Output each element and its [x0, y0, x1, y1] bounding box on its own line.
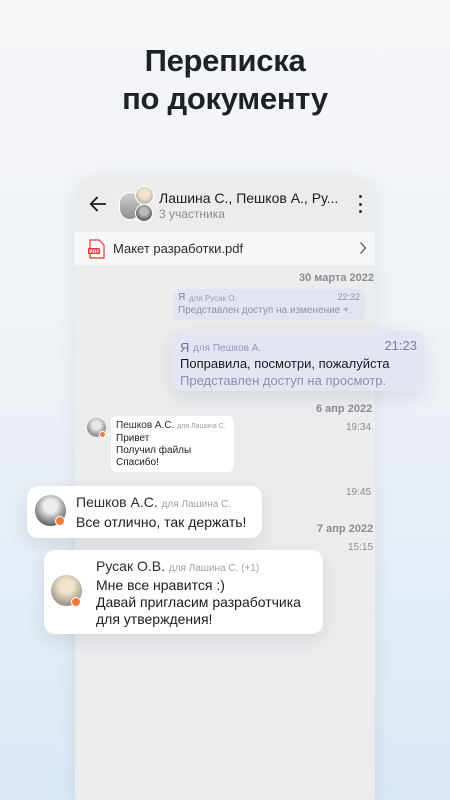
message-author-line: Пешков А.С. для Лашина С. [76, 494, 231, 510]
document-name: Макет разработки.pdf [113, 241, 244, 256]
status-dot [99, 431, 106, 438]
arrow-left-icon[interactable] [87, 193, 109, 215]
headline-line-2: по документу [122, 81, 328, 116]
message-time: 15:15 [348, 542, 374, 553]
more-vertical-icon[interactable] [355, 195, 365, 213]
message-author: Пешков А.С. [116, 420, 175, 431]
message-author: Я [180, 340, 190, 355]
message-time: 21:23 [384, 338, 417, 353]
message-recipient: для Русак О. [189, 294, 237, 303]
headline: Переписка по документу [0, 42, 450, 118]
headline-line-1: Переписка [144, 43, 306, 78]
message-bubble-incoming[interactable]: Пешков А.С. для Лашина С. Привет Получил… [111, 416, 234, 472]
message-recipient: для Пешков А. [193, 343, 262, 354]
message-text: Представлен доступ на изменение +. [178, 305, 352, 316]
message-text: Поправила, посмотри, пожалуйста [180, 356, 390, 371]
message-card-incoming[interactable]: Русак О.В. для Лашина С. (+1) Мне все нр… [44, 550, 323, 634]
document-link[interactable]: PDF Макет разработки.pdf [75, 232, 375, 265]
message-time: 22:32 [337, 292, 360, 302]
participants-avatars[interactable] [119, 186, 155, 222]
message-recipient: для Лашина С. (+1) [168, 563, 260, 574]
message-recipient: для Лашина С. [161, 499, 232, 510]
avatar [135, 204, 153, 222]
message-access-note: Представлен доступ на просмотр. [180, 373, 387, 388]
message-card-incoming[interactable]: Пешков А.С. для Лашина С. Все отлично, т… [27, 486, 262, 538]
message-author: Я [178, 292, 186, 303]
chat-header: Лашина С., Пешков А., Ру... 3 участника [75, 177, 375, 232]
message-card-outgoing[interactable]: Я для Пешков А. 21:23 Поправила, посмотр… [172, 331, 424, 391]
message-author: Пешков А.С. [76, 494, 158, 510]
date-separator: 7 апр 2022 [317, 523, 374, 535]
date-separator: 30 марта 2022 [299, 272, 375, 284]
chevron-right-icon [360, 242, 367, 254]
message-text: Привет Получил файлы Спасибо! [116, 433, 192, 468]
message-time: 19:45 [346, 487, 372, 498]
svg-text:PDF: PDF [89, 249, 99, 255]
chat-participants-count: 3 участника [159, 207, 225, 221]
message-text: Все отлично, так держать! [76, 514, 247, 530]
message-author-line: Русак О.В. для Лашина С. (+1) [96, 558, 259, 574]
status-dot [71, 597, 81, 607]
avatar [135, 186, 154, 205]
status-dot [55, 516, 65, 526]
message-bubble-outgoing[interactable]: Я для Русак О. 22:32 Представлен доступ … [173, 289, 365, 320]
message-time: 19:34 [346, 422, 372, 433]
message-author: Русак О.В. [96, 558, 165, 574]
pdf-file-icon: PDF [88, 239, 105, 259]
message-recipient: для Лашина С. [177, 423, 226, 430]
date-separator: 6 апр 2022 [316, 403, 373, 415]
chat-title[interactable]: Лашина С., Пешков А., Ру... [159, 190, 345, 206]
message-author-line: Пешков А.С. для Лашина С. [116, 420, 226, 431]
message-text: Мне все нравится :) Давай пригласим разр… [96, 577, 301, 627]
